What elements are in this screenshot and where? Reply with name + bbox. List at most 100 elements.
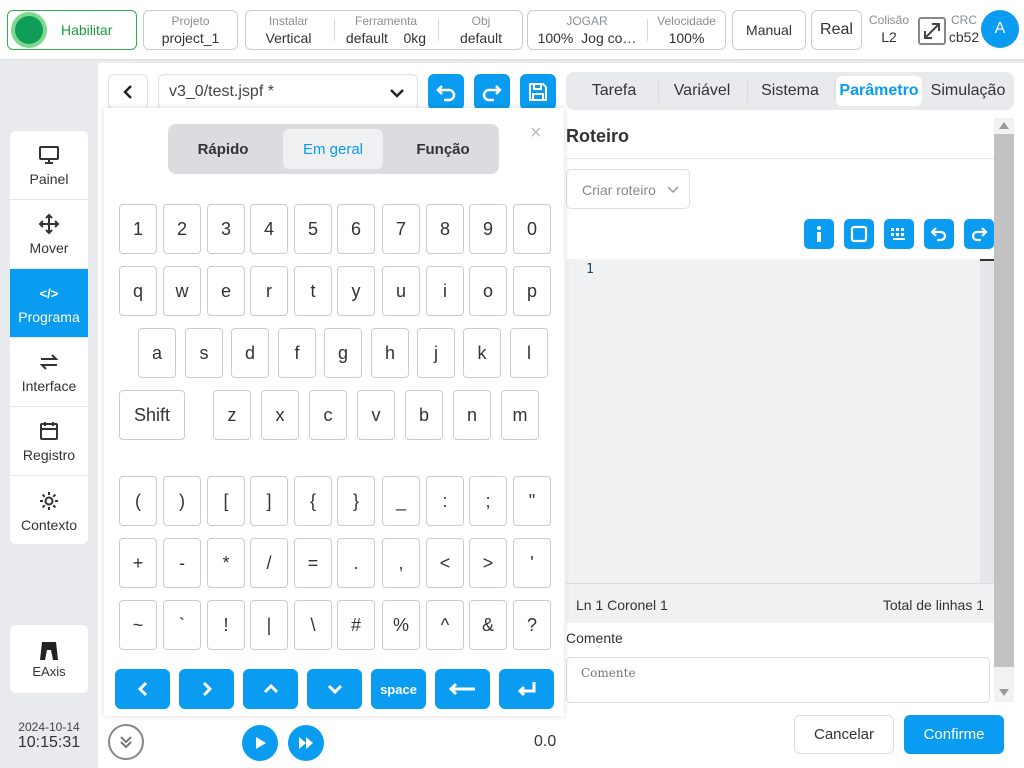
- keyboard-key[interactable]: 8: [426, 204, 464, 254]
- keyboard-key[interactable]: 5: [294, 204, 332, 254]
- keyboard-key[interactable]: 1: [119, 204, 157, 254]
- keyboard-key[interactable]: d: [231, 328, 269, 378]
- keyboard-key[interactable]: }: [337, 476, 375, 526]
- real-mode-button[interactable]: Real: [811, 10, 862, 50]
- keyboard-key[interactable]: s: [185, 328, 223, 378]
- arrow-down-key[interactable]: [307, 669, 362, 709]
- kb-tab-rapido[interactable]: Rápido: [173, 129, 273, 169]
- keyboard-key[interactable]: /: [250, 538, 288, 588]
- keyboard-key[interactable]: 4: [250, 204, 288, 254]
- keyboard-key[interactable]: _: [382, 476, 420, 526]
- keyboard-key[interactable]: k: [463, 328, 501, 378]
- keyboard-key[interactable]: ': [513, 538, 551, 588]
- keyboard-key[interactable]: z: [213, 390, 251, 440]
- sidebar-item-painel[interactable]: Painel: [10, 131, 88, 200]
- keyboard-key[interactable]: m: [501, 390, 539, 440]
- keyboard-key[interactable]: c: [309, 390, 347, 440]
- shift-key[interactable]: Shift: [119, 390, 185, 440]
- install-tool-panel[interactable]: Instalar Vertical Ferramenta default 0kg…: [245, 10, 523, 50]
- backspace-key[interactable]: [435, 669, 490, 709]
- keyboard-key[interactable]: i: [426, 266, 464, 316]
- keyboard-key[interactable]: `: [163, 600, 201, 650]
- keyboard-key[interactable]: \: [294, 600, 332, 650]
- avatar[interactable]: A: [981, 10, 1019, 48]
- keyboard-key[interactable]: .: [337, 538, 375, 588]
- enable-button[interactable]: Habilitar: [7, 10, 137, 50]
- keyboard-key[interactable]: <: [426, 538, 464, 588]
- editor-undo-button[interactable]: [924, 219, 954, 249]
- scroll-up-icon[interactable]: [998, 120, 1010, 130]
- step-button[interactable]: [288, 725, 324, 761]
- keyboard-key[interactable]: {: [294, 476, 332, 526]
- redo-button[interactable]: [474, 74, 510, 110]
- create-script-select[interactable]: Criar roteiro: [566, 169, 690, 209]
- tab-tarefa[interactable]: Tarefa: [578, 76, 650, 106]
- project-selector[interactable]: Projeto project_1: [143, 10, 238, 50]
- keyboard-key[interactable]: f: [278, 328, 316, 378]
- tab-parametro[interactable]: Parâmetro: [836, 76, 922, 106]
- keyboard-key[interactable]: t: [294, 266, 332, 316]
- close-icon[interactable]: ×: [530, 122, 542, 145]
- jog-speed-panel[interactable]: JOGAR 100% Jog co… Velocidade 100%: [527, 10, 726, 50]
- back-button[interactable]: [108, 74, 148, 110]
- keyboard-key[interactable]: 6: [337, 204, 375, 254]
- keyboard-key[interactable]: #: [337, 600, 375, 650]
- arrow-right-key[interactable]: [179, 669, 234, 709]
- keyboard-key[interactable]: r: [250, 266, 288, 316]
- info-button[interactable]: [804, 219, 834, 249]
- keyboard-key[interactable]: >: [469, 538, 507, 588]
- keyboard-button[interactable]: [884, 219, 914, 249]
- kb-tab-em-geral[interactable]: Em geral: [283, 129, 383, 169]
- keyboard-key[interactable]: ": [513, 476, 551, 526]
- save-button[interactable]: [520, 74, 556, 110]
- keyboard-key[interactable]: y: [337, 266, 375, 316]
- keyboard-key[interactable]: ?: [513, 600, 551, 650]
- keyboard-key[interactable]: u: [382, 266, 420, 316]
- keyboard-key[interactable]: ): [163, 476, 201, 526]
- scroll-down-icon[interactable]: [998, 688, 1010, 698]
- keyboard-key[interactable]: (: [119, 476, 157, 526]
- keyboard-key[interactable]: [: [207, 476, 245, 526]
- collapse-button[interactable]: [108, 724, 144, 760]
- sidebar-item-registro[interactable]: Registro: [10, 407, 88, 476]
- keyboard-key[interactable]: n: [453, 390, 491, 440]
- keyboard-key[interactable]: l: [510, 328, 548, 378]
- manual-mode-button[interactable]: Manual: [732, 10, 806, 50]
- scrollbar[interactable]: [994, 118, 1014, 702]
- undo-button[interactable]: [428, 74, 464, 110]
- keyboard-key[interactable]: v: [357, 390, 395, 440]
- keyboard-key[interactable]: o: [469, 266, 507, 316]
- keyboard-key[interactable]: 7: [382, 204, 420, 254]
- keyboard-key[interactable]: :: [426, 476, 464, 526]
- keyboard-key[interactable]: h: [371, 328, 409, 378]
- keyboard-key[interactable]: *: [207, 538, 245, 588]
- tab-simulacao[interactable]: Simulação: [926, 76, 1010, 106]
- keyboard-key[interactable]: ;: [469, 476, 507, 526]
- keyboard-key[interactable]: +: [119, 538, 157, 588]
- file-selector[interactable]: v3_0/test.jspf *: [158, 74, 418, 110]
- confirm-button[interactable]: Confirme: [904, 715, 1004, 754]
- keyboard-key[interactable]: |: [250, 600, 288, 650]
- keyboard-key[interactable]: ,: [382, 538, 420, 588]
- keyboard-key[interactable]: e: [207, 266, 245, 316]
- fullscreen-editor-button[interactable]: [844, 219, 874, 249]
- kb-tab-funcao[interactable]: Função: [393, 129, 493, 169]
- play-button[interactable]: [242, 725, 278, 761]
- keyboard-key[interactable]: &: [469, 600, 507, 650]
- fullscreen-icon[interactable]: [917, 16, 947, 46]
- editor-redo-button[interactable]: [964, 219, 994, 249]
- keyboard-key[interactable]: a: [138, 328, 176, 378]
- keyboard-key[interactable]: j: [417, 328, 455, 378]
- keyboard-key[interactable]: -: [163, 538, 201, 588]
- sidebar-item-mover[interactable]: Mover: [10, 200, 88, 269]
- keyboard-key[interactable]: 3: [207, 204, 245, 254]
- keyboard-key[interactable]: %: [382, 600, 420, 650]
- tab-variavel[interactable]: Variável: [664, 76, 740, 106]
- keyboard-key[interactable]: ]: [250, 476, 288, 526]
- keyboard-key[interactable]: g: [324, 328, 362, 378]
- keyboard-key[interactable]: b: [405, 390, 443, 440]
- scrollbar-thumb[interactable]: [994, 134, 1014, 667]
- enter-key[interactable]: [499, 669, 554, 709]
- sidebar-item-contexto[interactable]: Contexto: [10, 476, 88, 544]
- keyboard-key[interactable]: p: [513, 266, 551, 316]
